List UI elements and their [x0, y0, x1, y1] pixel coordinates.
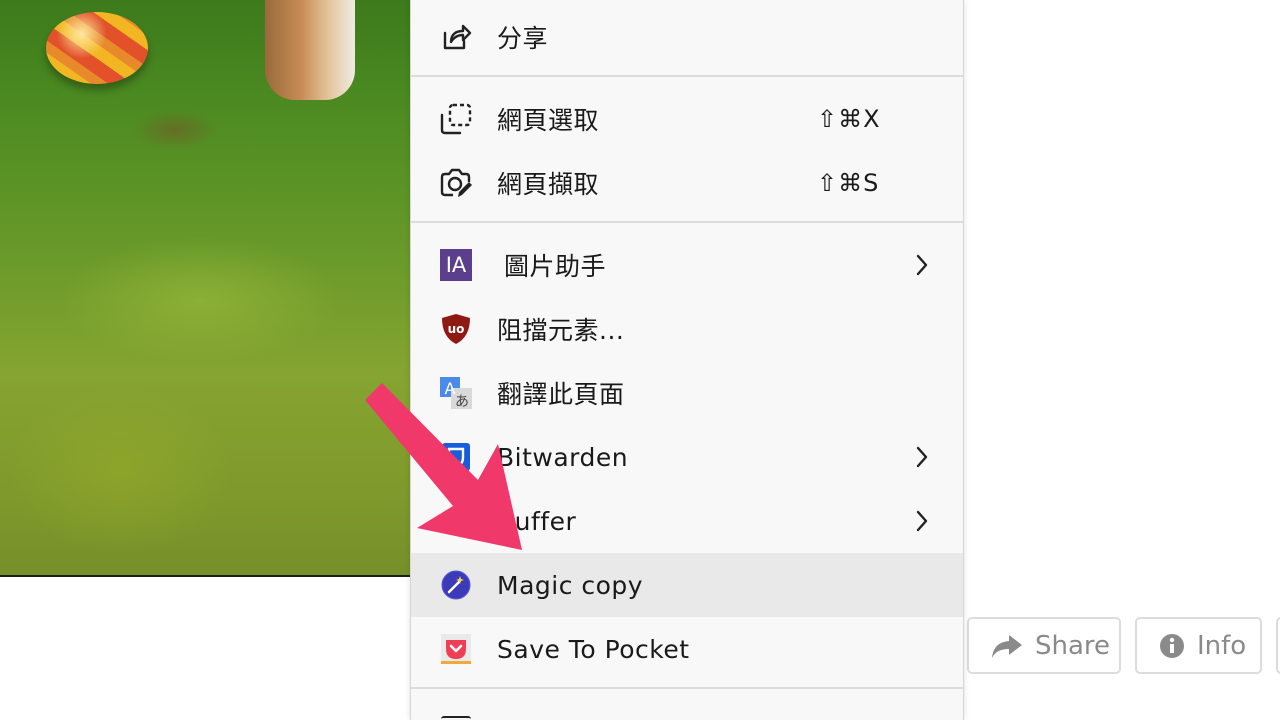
background-photo: [0, 0, 410, 577]
menu-item-label: Save To Pocket: [497, 634, 690, 664]
svg-text:uo: uo: [448, 322, 465, 336]
more-button[interactable]: [1276, 617, 1280, 674]
imageassistant-icon: IA: [439, 248, 473, 282]
screenshot-icon: [439, 166, 473, 200]
annotation-arrow: [365, 383, 522, 550]
chevron-right-icon: [916, 510, 928, 532]
menu-item-image-assistant[interactable]: IA 圖片助手: [411, 233, 963, 297]
ublock-icon: uo: [439, 312, 473, 346]
chevron-right-icon: [916, 446, 928, 468]
cat-leg-image: [265, 0, 355, 100]
menu-item-label: Magic copy: [497, 570, 644, 600]
chevron-right-icon: [916, 254, 928, 276]
info-button-label: Info: [1197, 630, 1247, 661]
menu-separator: [411, 75, 963, 77]
menu-item-label: 阻擋元素...: [497, 316, 625, 345]
menu-item-label: 網頁選取: [497, 106, 600, 135]
info-button[interactable]: Info: [1135, 617, 1262, 674]
context-menu: 分享 網頁選取 ⇧⌘X 網頁擷取 ⇧⌘S IA 圖片助手 uo 阻擋元素... …: [410, 0, 964, 720]
menu-separator: [411, 687, 963, 689]
menu-separator: [411, 221, 963, 223]
menu-item-web-select[interactable]: 網頁選取 ⇧⌘X: [411, 87, 963, 151]
menu-item-magic-copy[interactable]: Magic copy: [411, 553, 963, 617]
partial-icon: [441, 716, 471, 720]
menu-item-web-capture[interactable]: 網頁擷取 ⇧⌘S: [411, 151, 963, 215]
menu-item-partial[interactable]: [411, 700, 963, 720]
share-arrow-icon: [992, 634, 1022, 658]
magic-copy-icon: [439, 568, 473, 602]
menu-item-label: 圖片助手: [504, 252, 607, 281]
menu-item-block-element[interactable]: uo 阻擋元素...: [411, 297, 963, 361]
menu-item-label: 分享: [497, 24, 549, 53]
menu-item-share[interactable]: 分享: [411, 5, 963, 69]
share-button-label: Share: [1035, 630, 1111, 661]
shortcut-label: ⇧⌘S: [817, 169, 880, 197]
menu-item-label: 網頁擷取: [497, 170, 600, 199]
share-icon: [439, 20, 473, 54]
share-button[interactable]: Share: [967, 617, 1121, 674]
selection-icon: [439, 102, 473, 136]
info-icon: [1160, 633, 1184, 658]
shortcut-label: ⇧⌘X: [817, 105, 881, 133]
ball-image: [46, 12, 148, 84]
pocket-icon: [439, 632, 473, 666]
menu-item-save-to-pocket[interactable]: Save To Pocket: [411, 617, 963, 681]
